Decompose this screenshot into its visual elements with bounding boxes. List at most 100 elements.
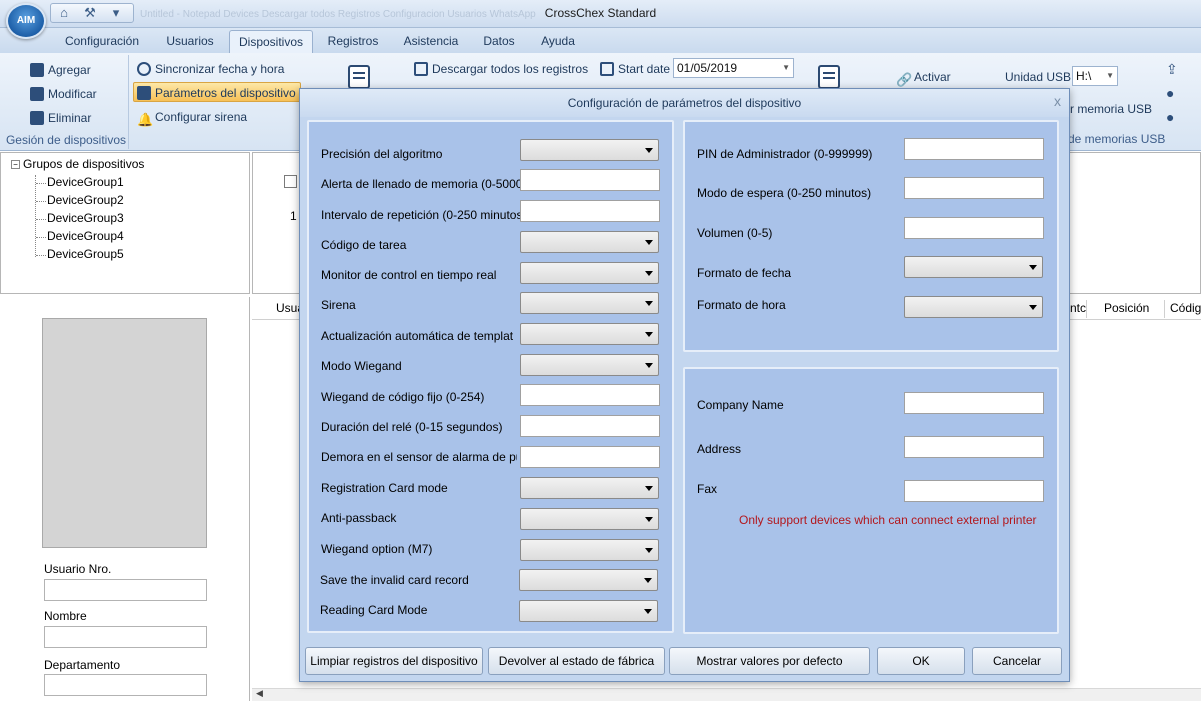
settings-icon — [137, 86, 151, 100]
anti-passback-select[interactable] — [520, 508, 659, 530]
device-management-group: Agregar Modificar Eliminar Gesión de dis… — [4, 55, 129, 149]
scroll-left-icon[interactable]: ◀ — [256, 688, 263, 699]
tab-dispositivos[interactable]: Dispositivos — [229, 30, 313, 53]
department-field[interactable] — [44, 674, 207, 696]
collapse-icon[interactable]: − — [11, 160, 20, 169]
general-settings-panel: Precisión del algoritmo Alerta de llenad… — [307, 120, 674, 633]
user-no-field[interactable] — [44, 579, 207, 601]
show-defaults-button[interactable]: Mostrar valores por defecto — [669, 647, 870, 675]
column-header[interactable]: ntc — [1070, 301, 1086, 315]
config-siren-button[interactable]: 🔔 Configurar sirena — [137, 107, 247, 127]
volume-input[interactable] — [904, 217, 1044, 239]
usb-memory-button[interactable]: r memoria USB — [1070, 99, 1152, 119]
standby-mode-input[interactable] — [904, 177, 1044, 199]
column-header-position[interactable]: Posición — [1104, 301, 1149, 315]
cancel-button[interactable]: Cancelar — [972, 647, 1062, 675]
fax-input[interactable] — [904, 480, 1044, 502]
modify-device-button[interactable]: Modificar — [30, 84, 97, 104]
relay-duration-input[interactable] — [520, 415, 660, 437]
wiegand-fixed-code-input[interactable] — [520, 384, 660, 406]
tree-connector — [36, 183, 46, 184]
factory-reset-button[interactable]: Devolver al estado de fábrica — [488, 647, 665, 675]
clock-icon — [137, 62, 151, 76]
tree-item-devicegroup3[interactable]: DeviceGroup3 — [47, 211, 124, 225]
bell-icon: 🔔 — [137, 112, 154, 127]
row-number: 1 — [290, 209, 297, 223]
company-name-input[interactable] — [904, 392, 1044, 414]
tab-datos[interactable]: Datos — [478, 30, 520, 53]
address-input[interactable] — [904, 436, 1044, 458]
window-title: CrossChex Standard — [544, 6, 657, 20]
repeat-interval-input[interactable] — [520, 200, 660, 222]
tree-item-devicegroup1[interactable]: DeviceGroup1 — [47, 175, 124, 189]
column-header-code[interactable]: Códig — [1170, 301, 1201, 315]
tab-ayuda[interactable]: Ayuda — [535, 30, 581, 53]
tab-configuracion[interactable]: Configuración — [58, 30, 146, 53]
field-label: Modo Wiegand — [321, 359, 402, 373]
tab-asistencia[interactable]: Asistencia — [398, 30, 464, 53]
admin-pin-input[interactable] — [904, 138, 1044, 160]
user-icon[interactable]: ● — [1166, 83, 1174, 103]
tab-usuarios[interactable]: Usuarios — [160, 30, 220, 53]
clear-records-button[interactable]: Limpiar registros del dispositivo — [305, 647, 483, 675]
tree-connector — [36, 219, 46, 220]
tree-root[interactable]: − Grupos de dispositivos — [11, 157, 144, 171]
name-field[interactable] — [44, 626, 207, 648]
field-label: Wiegand option (M7) — [321, 542, 433, 556]
close-icon[interactable]: x — [1054, 93, 1061, 109]
dialog-title: Configuración de parámetros del disposit… — [300, 89, 1069, 117]
dropdown-icon[interactable]: ▾ — [107, 5, 125, 21]
document-icon[interactable] — [348, 65, 370, 89]
invalid-card-record-select[interactable] — [519, 569, 658, 591]
siren-select[interactable] — [520, 292, 659, 314]
start-date-picker[interactable]: 01/05/2019 ▼ — [673, 58, 794, 78]
field-label: Company Name — [697, 398, 784, 412]
door-sensor-delay-input[interactable] — [520, 446, 660, 468]
time-format-select[interactable] — [904, 296, 1043, 318]
tab-registros[interactable]: Registros — [323, 30, 383, 53]
field-label: Save the invalid card record — [320, 573, 469, 587]
tree-item-devicegroup4[interactable]: DeviceGroup4 — [47, 229, 124, 243]
user-download-icon[interactable]: ● — [1166, 107, 1174, 127]
department-label: Departamento — [44, 658, 121, 672]
app-logo-button[interactable]: AIM — [6, 3, 46, 39]
home-icon[interactable]: ⌂ — [55, 5, 73, 21]
date-format-select[interactable] — [904, 256, 1043, 278]
wiegand-mode-select[interactable] — [520, 354, 659, 376]
tools-icon[interactable]: ⚒ — [81, 5, 99, 21]
delete-device-button[interactable]: Eliminar — [30, 108, 91, 128]
ok-button[interactable]: OK — [877, 647, 965, 675]
config-siren-label: Configurar sirena — [155, 110, 248, 124]
activate-button[interactable]: 🔗 Activar — [896, 67, 951, 87]
printer-settings-panel: Company Name Address Fax Only support de… — [683, 367, 1059, 634]
usb-drive-select[interactable]: H:\ ▼ — [1072, 66, 1118, 86]
select-all-checkbox[interactable] — [284, 175, 297, 188]
report-icon[interactable] — [818, 65, 840, 89]
add-icon — [30, 63, 44, 77]
sync-time-button[interactable]: Sincronizar fecha y hora — [137, 59, 284, 79]
admin-settings-panel: PIN de Administrador (0-999999) Modo de … — [683, 120, 1059, 352]
realtime-monitor-select[interactable] — [520, 262, 659, 284]
reading-card-mode-select[interactable] — [519, 600, 658, 622]
chevron-down-icon: ▼ — [782, 63, 790, 72]
task-code-select[interactable] — [520, 231, 659, 253]
start-date-value: 01/05/2019 — [677, 61, 738, 75]
tree-item-devicegroup5[interactable]: DeviceGroup5 — [47, 247, 124, 261]
wiegand-option-select[interactable] — [520, 539, 659, 561]
horizontal-scrollbar[interactable]: ◀ — [252, 688, 1201, 701]
device-group-tree: − Grupos de dispositivos DeviceGroup1 Dev… — [0, 152, 250, 294]
column-separator — [1086, 300, 1087, 318]
download-all-button[interactable]: Descargar todos los registros — [414, 59, 588, 79]
add-device-button[interactable]: Agregar — [30, 60, 91, 80]
delete-icon — [30, 111, 44, 125]
tree-item-devicegroup2[interactable]: DeviceGroup2 — [47, 193, 124, 207]
algorithm-precision-select[interactable] — [520, 139, 659, 161]
tree-connector — [36, 201, 46, 202]
group-label-devices: Gesión de dispositivos — [5, 133, 127, 147]
field-label: Demora en el sensor de alarma de pu — [321, 450, 517, 464]
upload-user-icon[interactable]: ⇪ — [1166, 59, 1178, 79]
memory-alert-input[interactable] — [520, 169, 660, 191]
device-params-button[interactable]: Parámetros del dispositivo — [133, 82, 301, 102]
template-autoupdate-select[interactable] — [520, 323, 659, 345]
registration-card-mode-select[interactable] — [520, 477, 659, 499]
